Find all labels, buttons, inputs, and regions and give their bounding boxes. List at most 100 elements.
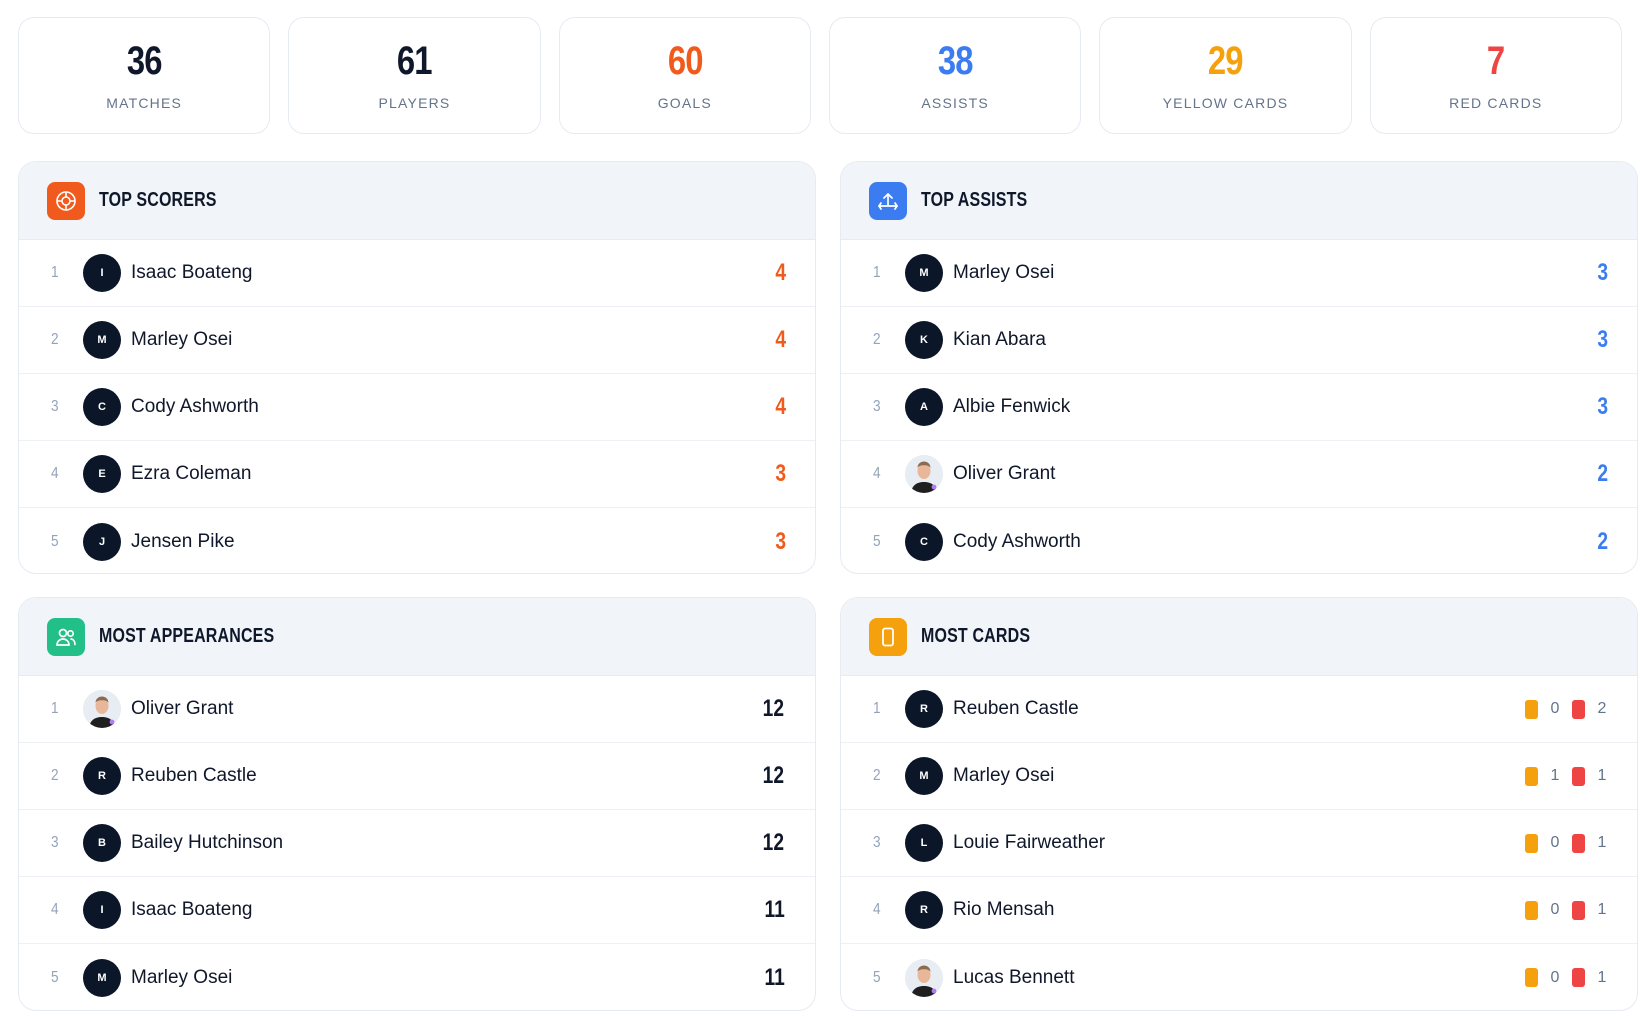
rank-number: 4 xyxy=(51,901,59,918)
player-name[interactable]: Cody Ashworth xyxy=(953,531,1596,553)
rank-number: 3 xyxy=(51,834,59,851)
stat-card-matches: 36 MATCHES xyxy=(18,17,271,134)
player-name[interactable]: Kian Abara xyxy=(953,329,1596,351)
panel-header: MOST CARDS xyxy=(841,598,1637,676)
player-row[interactable]: 3 A Albie Fenwick 3 xyxy=(841,374,1637,441)
red-card-count: 1 xyxy=(1597,767,1607,784)
stat-value: 12 xyxy=(762,695,785,722)
top-assists-panel: TOP ASSISTS 1 M Marley Osei 3 2 K Kian Abara 3 3… xyxy=(840,161,1638,574)
avatar: R xyxy=(905,690,943,728)
player-name[interactable]: Rio Mensah xyxy=(953,899,1525,921)
stat-value: 36 xyxy=(126,38,163,83)
player-row[interactable]: 2 K Kian Abara 3 xyxy=(841,307,1637,374)
stat-card-players: 61 PLAYERS xyxy=(288,17,541,134)
avatar: E xyxy=(83,455,121,493)
yellow-card-count: 0 xyxy=(1550,834,1560,851)
rank-number: 3 xyxy=(873,834,881,851)
player-name[interactable]: Cody Ashworth xyxy=(131,396,774,418)
player-name[interactable]: Marley Osei xyxy=(953,765,1525,787)
yellow-card-count: 0 xyxy=(1550,968,1560,986)
panel-header: TOP SCORERS xyxy=(19,162,815,240)
avatar: C xyxy=(83,388,121,426)
player-row[interactable]: 5 M Marley Osei 11 xyxy=(19,944,815,1010)
avatar: M xyxy=(905,757,943,795)
rank-number: 1 xyxy=(51,264,59,281)
player-row[interactable]: 4 E Ezra Coleman 3 xyxy=(19,441,815,508)
player-row[interactable]: 1 M Marley Osei 3 xyxy=(841,240,1637,307)
red-card-count: 1 xyxy=(1597,901,1607,918)
red-card-count: 1 xyxy=(1597,834,1607,851)
player-name[interactable]: Louie Fairweather xyxy=(953,832,1525,854)
avatar: R xyxy=(905,891,943,929)
player-name[interactable]: Oliver Grant xyxy=(953,463,1596,485)
player-row[interactable]: 4 I Isaac Boateng 11 xyxy=(19,877,815,944)
player-row[interactable]: 2 R Reuben Castle 12 xyxy=(19,743,815,810)
player-row[interactable]: 3 L Louie Fairweather 0 1 xyxy=(841,810,1637,877)
stat-value: 7 xyxy=(1487,38,1505,83)
stat-value: 3 xyxy=(774,460,786,487)
player-row[interactable]: 2 M Marley Osei 4 xyxy=(19,307,815,374)
player-name[interactable]: Albie Fenwick xyxy=(953,396,1596,418)
stat-label: RED CARDS xyxy=(1449,94,1543,111)
rank-number: 5 xyxy=(51,968,59,986)
player-name[interactable]: Bailey Hutchinson xyxy=(131,832,760,854)
player-list: 1 Oliver Grant 12 2 R Reuben Castle 12 3 B Bailey… xyxy=(19,676,815,1010)
panel-header: TOP ASSISTS xyxy=(841,162,1637,240)
rank-number: 3 xyxy=(51,398,59,415)
card-counts: 02 xyxy=(1525,699,1609,719)
player-row[interactable]: 1 R Reuben Castle 0 2 xyxy=(841,676,1637,743)
player-row[interactable]: 1 Oliver Grant 12 xyxy=(19,676,815,743)
rank-number: 2 xyxy=(873,331,881,348)
stat-label: YELLOW CARDS xyxy=(1162,94,1289,111)
stat-value: 38 xyxy=(937,38,974,83)
stat-value: 11 xyxy=(764,896,785,923)
player-name[interactable]: Marley Osei xyxy=(953,262,1596,284)
stat-value: 29 xyxy=(1208,38,1244,83)
player-name[interactable]: Marley Osei xyxy=(131,329,774,351)
card-icon xyxy=(869,617,907,656)
stat-value: 61 xyxy=(397,38,433,83)
rank-number: 2 xyxy=(51,331,59,348)
player-name[interactable]: Reuben Castle xyxy=(953,698,1525,720)
avatar: K xyxy=(905,321,943,359)
yellow-card-count: 0 xyxy=(1550,700,1560,717)
stat-value: 12 xyxy=(762,762,785,789)
player-row[interactable]: 4 Oliver Grant 2 xyxy=(841,441,1637,508)
player-name[interactable]: Reuben Castle xyxy=(131,765,760,787)
player-name[interactable]: Oliver Grant xyxy=(131,698,760,720)
panel-title: MOST APPEARANCES xyxy=(99,625,275,647)
stat-value: 4 xyxy=(774,393,786,420)
player-row[interactable]: 3 B Bailey Hutchinson 12 xyxy=(19,810,815,877)
stat-value: 3 xyxy=(774,527,786,555)
panel-title: TOP SCORERS xyxy=(99,189,217,211)
player-row[interactable]: 5 Lucas Bennett 0 1 xyxy=(841,944,1637,1010)
player-row[interactable]: 5 J Jensen Pike 3 xyxy=(19,508,815,573)
rank-number: 5 xyxy=(51,532,59,550)
player-name[interactable]: Isaac Boateng xyxy=(131,899,762,921)
avatar: C xyxy=(905,522,943,561)
player-row[interactable]: 1 I Isaac Boateng 4 xyxy=(19,240,815,307)
stat-value: 2 xyxy=(1596,527,1608,555)
top-scorers-panel: TOP SCORERS 1 I Isaac Boateng 4 2 M Marley Ose… xyxy=(18,161,816,574)
player-name[interactable]: Ezra Coleman xyxy=(131,463,774,485)
rank-number: 4 xyxy=(873,901,881,918)
player-row[interactable]: 3 C Cody Ashworth 4 xyxy=(19,374,815,441)
avatar: R xyxy=(83,757,121,795)
avatar: J xyxy=(83,522,121,561)
rank-number: 5 xyxy=(873,532,881,550)
stat-value: 11 xyxy=(764,963,785,991)
player-row[interactable]: 5 C Cody Ashworth 2 xyxy=(841,508,1637,573)
player-name[interactable]: Marley Osei xyxy=(131,967,762,989)
avatar xyxy=(905,958,943,997)
users-icon xyxy=(47,617,85,656)
stats-bar: 36 MATCHES 61 PLAYERS 60 GOALS 38 ASSIST… xyxy=(18,17,1622,134)
player-name[interactable]: Jensen Pike xyxy=(131,531,774,553)
player-name[interactable]: Isaac Boateng xyxy=(131,262,774,284)
rank-number: 1 xyxy=(873,264,881,281)
stat-value: 4 xyxy=(774,259,786,286)
stat-value: 60 xyxy=(667,38,703,83)
player-row[interactable]: 2 M Marley Osei 1 1 xyxy=(841,743,1637,810)
player-row[interactable]: 4 R Rio Mensah 0 1 xyxy=(841,877,1637,944)
red-card-count: 2 xyxy=(1597,700,1607,717)
player-name[interactable]: Lucas Bennett xyxy=(953,967,1525,989)
